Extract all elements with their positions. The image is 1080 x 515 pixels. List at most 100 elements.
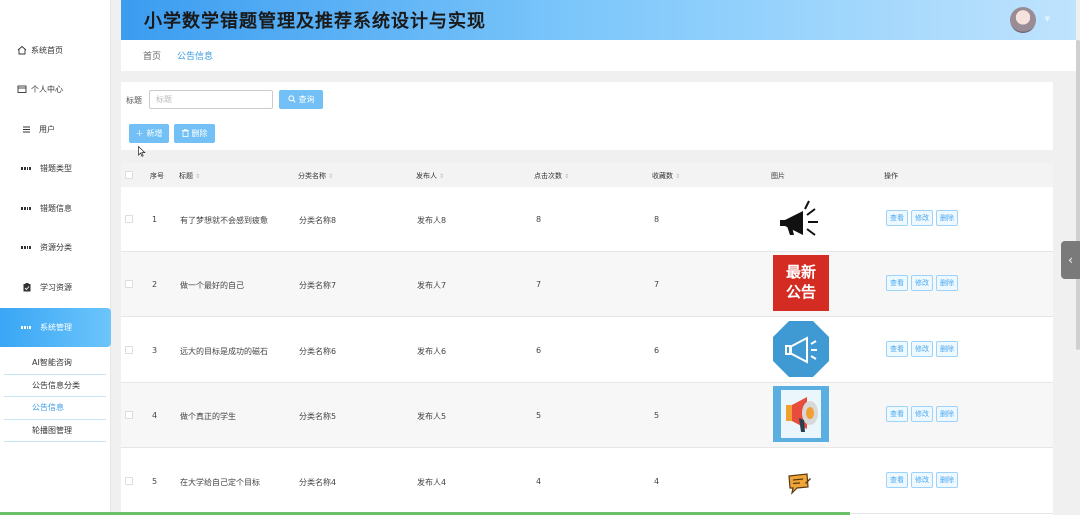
edit-button[interactable]: 修改 bbox=[911, 341, 933, 357]
submenu-item-notice-category[interactable]: 公告信息分类 bbox=[4, 374, 106, 397]
delete-row-button[interactable]: 删除 bbox=[936, 275, 958, 291]
grid-icon bbox=[21, 242, 31, 252]
column-header-publisher[interactable]: 发布人 ⇕ bbox=[416, 171, 444, 181]
sort-icon: ⇕ bbox=[564, 173, 570, 180]
sidebar-item-learning-resources[interactable]: 学习资源 bbox=[0, 269, 111, 305]
column-header-actions: 操作 bbox=[884, 172, 898, 180]
cell-publisher: 发布人7 bbox=[417, 281, 447, 290]
sidebar-item-label: 错题类型 bbox=[40, 163, 72, 173]
edit-button[interactable]: 修改 bbox=[911, 406, 933, 422]
sidebar-item-label: 系统首页 bbox=[31, 45, 63, 55]
search-panel: 标题 查询 ＋ 新增 删除 bbox=[121, 82, 1053, 150]
search-button[interactable]: 查询 bbox=[279, 90, 323, 109]
row-checkbox[interactable] bbox=[125, 346, 133, 354]
cell-category: 分类名称7 bbox=[299, 281, 337, 290]
sidebar-item-home[interactable]: 系统首页 bbox=[0, 32, 111, 68]
sidebar-item-resource-category[interactable]: 资源分类 bbox=[0, 229, 111, 265]
view-button[interactable]: 查看 bbox=[886, 341, 908, 357]
sidebar-item-users[interactable]: 用户 bbox=[0, 111, 111, 147]
cell-publisher: 发布人6 bbox=[417, 347, 447, 356]
cell-publisher: 发布人5 bbox=[417, 412, 447, 421]
cell-clicks: 4 bbox=[536, 477, 542, 486]
column-header-favorites[interactable]: 收藏数 ⇕ bbox=[652, 171, 680, 181]
grid-icon bbox=[21, 163, 31, 173]
cell-category: 分类名称5 bbox=[299, 412, 337, 421]
submenu-item-notice-info[interactable]: 公告信息 bbox=[4, 397, 106, 420]
table-row[interactable]: 5 在大学给自己定个目标 分类名称4 发布人4 4 4 查看 修改 删除 bbox=[121, 449, 1053, 514]
sidebar-item-profile[interactable]: 个人中心 bbox=[0, 71, 111, 107]
submenu-item-ai-consult[interactable]: AI智能咨询 bbox=[4, 352, 106, 375]
avatar[interactable] bbox=[1010, 7, 1036, 33]
loudspeaker-image bbox=[773, 386, 829, 442]
sidebar-item-label: 资源分类 bbox=[40, 242, 72, 252]
grid-icon bbox=[21, 203, 31, 213]
submenu-item-carousel[interactable]: 轮播图管理 bbox=[4, 419, 106, 442]
row-checkbox[interactable] bbox=[125, 280, 133, 288]
cell-publisher: 发布人4 bbox=[417, 478, 447, 487]
select-all-checkbox[interactable] bbox=[125, 171, 133, 179]
column-header-category[interactable]: 分类名称 ⇕ bbox=[298, 171, 333, 181]
sort-icon: ⇕ bbox=[675, 173, 681, 180]
cell-title: 在大学给自己定个目标 bbox=[180, 478, 260, 487]
card-icon bbox=[17, 84, 27, 94]
sidebar-item-label: 学习资源 bbox=[40, 282, 72, 292]
mouse-cursor-icon bbox=[138, 145, 146, 160]
table-row[interactable]: 4 做个真正的学生 分类名称5 发布人5 5 5 查看 修改 删除 bbox=[121, 383, 1053, 448]
sidebar-item-error-info[interactable]: 错题信息 bbox=[0, 190, 111, 226]
delete-row-button[interactable]: 删除 bbox=[936, 341, 958, 357]
megaphone-octagon-image bbox=[773, 321, 829, 377]
column-header-title[interactable]: 标题 ⇕ bbox=[179, 171, 200, 181]
delete-row-button[interactable]: 删除 bbox=[936, 472, 958, 488]
view-button[interactable]: 查看 bbox=[886, 472, 908, 488]
table-row[interactable]: 2 做一个最好的自己 分类名称7 发布人7 7 7 最新 公告 查看 修改 删除 bbox=[121, 252, 1053, 317]
cell-category: 分类名称6 bbox=[299, 347, 337, 356]
message-icon bbox=[785, 469, 813, 497]
cell-publisher: 发布人8 bbox=[417, 216, 447, 225]
cell-title: 做一个最好的自己 bbox=[180, 281, 244, 290]
row-checkbox[interactable] bbox=[125, 411, 133, 419]
cell-favorites: 4 bbox=[654, 477, 660, 486]
delete-button[interactable]: 删除 bbox=[174, 124, 215, 143]
delete-row-button[interactable]: 删除 bbox=[936, 406, 958, 422]
notice-table: 序号 标题 ⇕ 分类名称 ⇕ 发布人 ⇕ 点击次数 ⇕ 收藏数 ⇕ 图片 操作 1 有了梦… bbox=[121, 163, 1053, 515]
table-row[interactable]: 3 远大的目标是成功的磁石 分类名称6 发布人6 6 6 查看 修改 删除 bbox=[121, 318, 1053, 383]
view-button[interactable]: 查看 bbox=[886, 275, 908, 291]
chevron-left-icon[interactable]: ‹ bbox=[1061, 241, 1080, 279]
cell-clicks: 6 bbox=[536, 346, 542, 355]
column-header-clicks[interactable]: 点击次数 ⇕ bbox=[534, 171, 569, 181]
edit-button[interactable]: 修改 bbox=[911, 472, 933, 488]
add-button-label: 新增 bbox=[146, 129, 163, 138]
row-checkbox[interactable] bbox=[125, 477, 133, 485]
list-icon bbox=[21, 124, 31, 134]
delete-button-label: 删除 bbox=[191, 129, 208, 138]
search-icon bbox=[287, 94, 296, 105]
cell-favorites: 8 bbox=[654, 215, 660, 224]
search-label: 标题 bbox=[126, 96, 142, 105]
table-header: 序号 标题 ⇕ 分类名称 ⇕ 发布人 ⇕ 点击次数 ⇕ 收藏数 ⇕ 图片 操作 bbox=[121, 163, 1053, 187]
sidebar-item-system-management[interactable]: 系统管理 bbox=[0, 308, 111, 347]
chevron-down-icon[interactable]: ▼ bbox=[1045, 15, 1050, 23]
breadcrumb-home[interactable]: 首页 bbox=[143, 49, 161, 62]
search-button-label: 查询 bbox=[298, 95, 315, 104]
scrollbar[interactable] bbox=[1076, 40, 1080, 350]
cell-title: 远大的目标是成功的磁石 bbox=[180, 347, 268, 356]
edit-button[interactable]: 修改 bbox=[911, 210, 933, 226]
sort-icon: ⇕ bbox=[195, 173, 201, 180]
view-button[interactable]: 查看 bbox=[886, 406, 908, 422]
cell-category: 分类名称4 bbox=[299, 478, 337, 487]
cell-favorites: 7 bbox=[654, 280, 660, 289]
plus-icon: ＋ bbox=[135, 129, 144, 138]
table-row[interactable]: 1 有了梦想就不会感到疲惫 分类名称8 发布人8 8 8 查看 修改 删除 bbox=[121, 187, 1053, 252]
edit-button[interactable]: 修改 bbox=[911, 275, 933, 291]
sort-icon: ⇕ bbox=[328, 173, 334, 180]
app-title: 小学数学错题管理及推荐系统设计与实现 bbox=[144, 11, 486, 32]
sidebar-item-error-types[interactable]: 错题类型 bbox=[0, 150, 111, 186]
add-button[interactable]: ＋ 新增 bbox=[129, 124, 169, 143]
cell-clicks: 5 bbox=[536, 411, 542, 420]
delete-row-button[interactable]: 删除 bbox=[936, 210, 958, 226]
view-button[interactable]: 查看 bbox=[886, 210, 908, 226]
row-checkbox[interactable] bbox=[125, 215, 133, 223]
cell-index: 5 bbox=[152, 477, 158, 486]
cell-clicks: 8 bbox=[536, 215, 542, 224]
search-input[interactable] bbox=[149, 90, 273, 109]
